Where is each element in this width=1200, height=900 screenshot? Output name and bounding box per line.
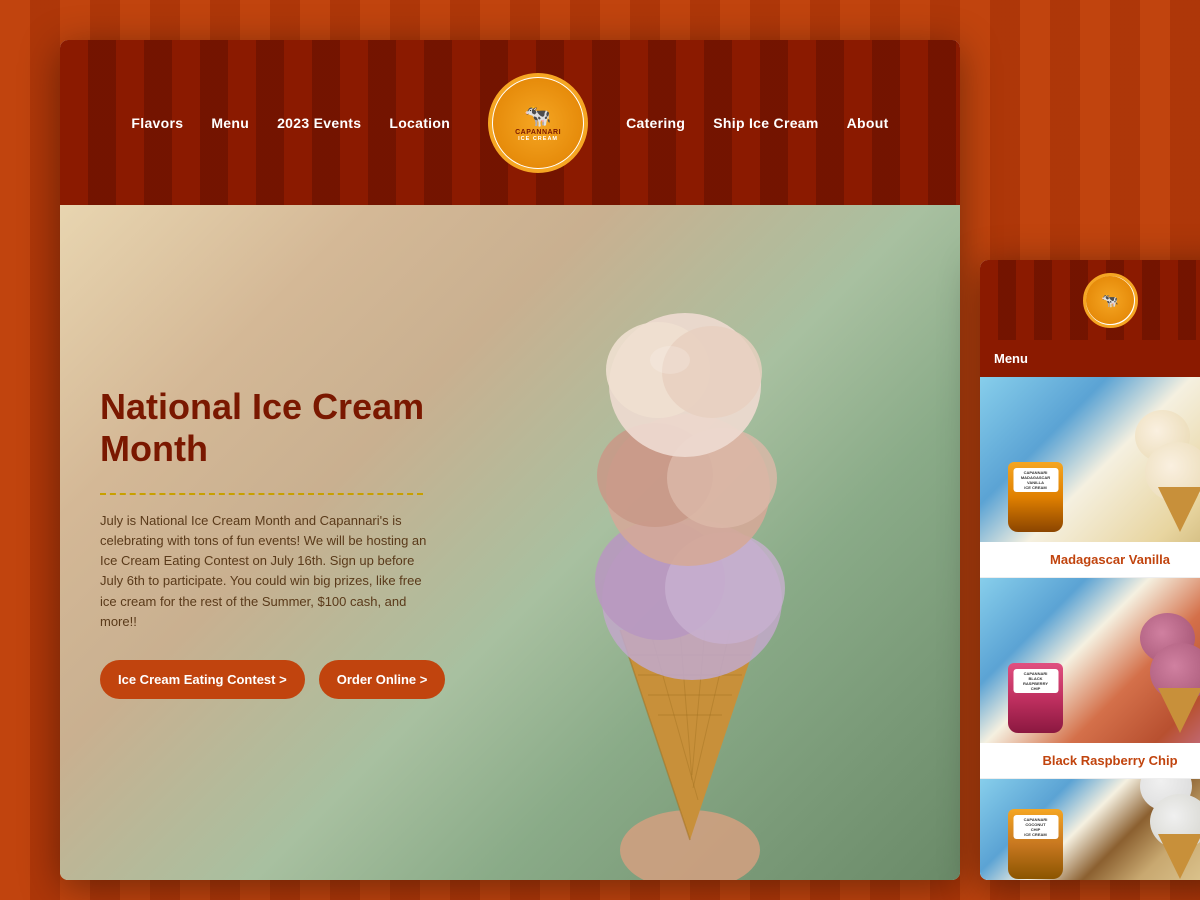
hero-content: National Ice Cream Month July is Nationa… xyxy=(60,205,510,880)
site-logo[interactable]: 🐄 Capannari ICE CREAM xyxy=(488,73,588,173)
raspberry-pint-label: CAPANNARIBLACKRASPBERRYCHIP xyxy=(1013,669,1058,693)
vanilla-pint: CAPANNARIMADAGASCARVANILLAICE CREAM xyxy=(1008,462,1063,532)
nav-link-location[interactable]: Location xyxy=(389,115,450,131)
coconut-pint: CAPANNARICOCONUTCHIPICE CREAM xyxy=(1008,809,1063,879)
hero-body-text: July is National Ice Cream Month and Cap… xyxy=(100,511,440,632)
nav-link-events[interactable]: 2023 Events xyxy=(277,115,361,131)
hero-section: National Ice Cream Month July is Nationa… xyxy=(60,205,960,880)
flavor-card-coconut[interactable]: CAPANNARICOCONUTCHIPICE CREAM xyxy=(980,778,1200,880)
mobile-menu-label: Menu xyxy=(994,351,1028,366)
mobile-logo[interactable]: 🐄 xyxy=(1083,273,1138,328)
hero-ice-cream-visual xyxy=(500,205,880,880)
coconut-cone xyxy=(1158,834,1200,879)
order-online-button[interactable]: Order Online > xyxy=(319,660,446,699)
nav-link-flavors[interactable]: Flavors xyxy=(131,115,183,131)
ice-cream-svg xyxy=(530,205,850,880)
mobile-panel: 🐄 Menu ☰ CAPANNARIMADAGASCARVANILLAICE C… xyxy=(980,260,1200,880)
coconut-pint-label: CAPANNARICOCONUTCHIPICE CREAM xyxy=(1013,815,1058,839)
nav-link-menu[interactable]: Menu xyxy=(211,115,249,131)
ice-cream-contest-button[interactable]: Ice Cream Eating Contest > xyxy=(100,660,305,699)
mobile-header: 🐄 xyxy=(980,260,1200,340)
vanilla-cone xyxy=(1158,487,1200,532)
hero-title: National Ice Cream Month xyxy=(100,386,480,469)
flavor-card-raspberry[interactable]: CAPANNARIBLACKRASPBERRYCHIP Black Raspbe… xyxy=(980,577,1200,778)
mobile-logo-cow-icon: 🐄 xyxy=(1101,292,1118,309)
vanilla-flavor-image: CAPANNARIMADAGASCARVANILLAICE CREAM xyxy=(980,377,1200,542)
logo-subtitle: ICE CREAM xyxy=(518,136,558,142)
main-browser-window: Flavors Menu 2023 Events Location 🐄 Capa… xyxy=(60,40,960,880)
hero-buttons: Ice Cream Eating Contest > Order Online … xyxy=(100,660,480,699)
raspberry-flavor-image: CAPANNARIBLACKRASPBERRYCHIP xyxy=(980,578,1200,743)
hero-divider xyxy=(100,493,423,495)
main-nav: Flavors Menu 2023 Events Location 🐄 Capa… xyxy=(60,73,960,173)
raspberry-pint: CAPANNARIBLACKRASPBERRYCHIP xyxy=(1008,663,1063,733)
nav-link-ship[interactable]: Ship Ice Cream xyxy=(713,115,818,131)
site-header: Flavors Menu 2023 Events Location 🐄 Capa… xyxy=(60,40,960,205)
logo-brand-name: Capannari xyxy=(515,129,561,137)
raspberry-cone xyxy=(1158,688,1200,733)
coconut-flavor-image: CAPANNARICOCONUTCHIPICE CREAM xyxy=(980,779,1200,880)
mobile-nav-bar: Menu ☰ xyxy=(980,340,1200,377)
nav-link-about[interactable]: About xyxy=(847,115,889,131)
vanilla-flavor-name: Madagascar Vanilla xyxy=(980,542,1200,577)
nav-link-catering[interactable]: Catering xyxy=(626,115,685,131)
vanilla-pint-label: CAPANNARIMADAGASCARVANILLAICE CREAM xyxy=(1013,468,1058,492)
flavor-card-vanilla[interactable]: CAPANNARIMADAGASCARVANILLAICE CREAM Mada… xyxy=(980,377,1200,577)
logo-cow-icon: 🐄 xyxy=(524,103,551,129)
raspberry-flavor-name: Black Raspberry Chip xyxy=(980,743,1200,778)
